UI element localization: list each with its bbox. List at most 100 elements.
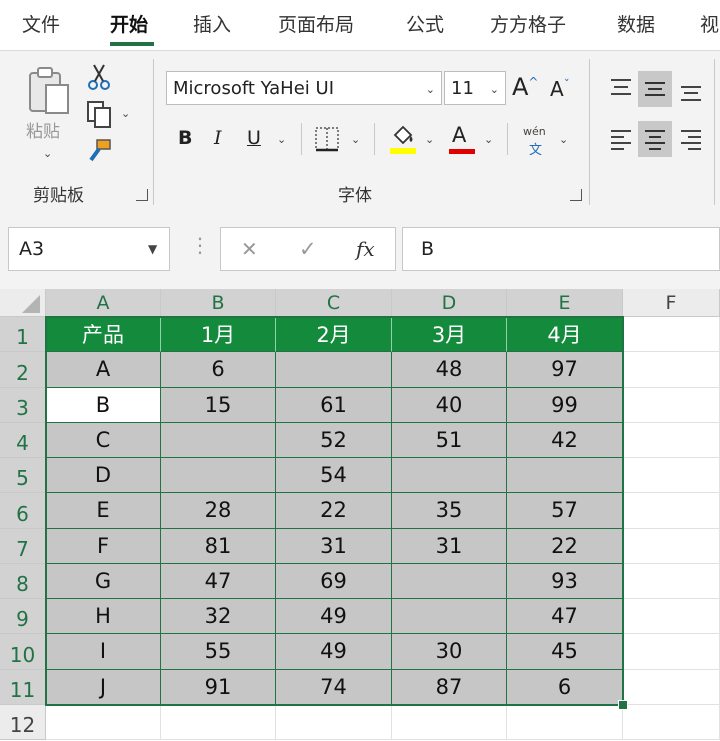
font-color-chevron-icon[interactable]: ⌄ xyxy=(484,133,493,146)
data-cell[interactable]: 32 xyxy=(161,599,276,635)
tab-formulas[interactable]: 公式 xyxy=(406,10,444,37)
column-header-b[interactable]: B xyxy=(161,289,276,317)
column-header-f[interactable]: F xyxy=(623,289,720,317)
phonetic-top-label[interactable]: wén xyxy=(523,125,546,138)
header-cell[interactable]: 产品 xyxy=(46,317,161,353)
data-cell[interactable]: 97 xyxy=(507,352,623,388)
empty-cell[interactable] xyxy=(623,387,720,423)
align-middle-icon[interactable] xyxy=(638,71,672,107)
align-top-icon[interactable] xyxy=(606,73,636,103)
underline-button[interactable]: U xyxy=(247,127,261,149)
empty-cell[interactable] xyxy=(276,704,392,740)
data-cell[interactable] xyxy=(392,458,507,494)
data-cell[interactable]: C xyxy=(46,422,161,458)
empty-cell[interactable] xyxy=(392,704,507,740)
format-painter-icon[interactable] xyxy=(84,137,114,167)
tab-file[interactable]: 文件 xyxy=(22,10,60,37)
data-cell[interactable] xyxy=(161,422,276,458)
data-cell[interactable]: 87 xyxy=(392,669,507,705)
data-cell[interactable]: 30 xyxy=(392,634,507,670)
active-cell[interactable]: B xyxy=(46,387,161,423)
row-header-8[interactable]: 8 xyxy=(0,563,46,599)
enter-icon[interactable]: ✓ xyxy=(299,237,317,261)
data-cell[interactable]: 61 xyxy=(276,387,392,423)
row-header-11[interactable]: 11 xyxy=(0,669,46,705)
data-cell[interactable] xyxy=(276,352,392,388)
font-name-combo[interactable]: Microsoft YaHei UI ⌄ xyxy=(166,71,442,105)
tab-page-layout[interactable]: 页面布局 xyxy=(278,10,354,37)
data-cell[interactable]: H xyxy=(46,599,161,635)
tab-fangfang[interactable]: 方方格子 xyxy=(490,10,566,37)
data-cell[interactable]: 49 xyxy=(276,634,392,670)
name-box[interactable]: A3 ▼ xyxy=(8,227,170,271)
empty-cell[interactable] xyxy=(161,704,276,740)
column-header-e[interactable]: E xyxy=(507,289,623,317)
data-cell[interactable]: 40 xyxy=(392,387,507,423)
paste-label[interactable]: 粘贴 xyxy=(26,117,60,142)
data-cell[interactable]: 57 xyxy=(507,493,623,529)
borders-icon[interactable] xyxy=(312,125,342,153)
borders-chevron-icon[interactable]: ⌄ xyxy=(351,133,360,146)
empty-cell[interactable] xyxy=(623,458,720,494)
italic-button[interactable]: I xyxy=(214,127,222,149)
data-cell[interactable]: A xyxy=(46,352,161,388)
font-name-chevron-icon[interactable]: ⌄ xyxy=(426,83,435,96)
formula-input[interactable]: B xyxy=(402,227,720,271)
empty-cell[interactable] xyxy=(623,528,720,564)
data-cell[interactable]: F xyxy=(46,528,161,564)
cancel-icon[interactable]: ✕ xyxy=(241,237,258,261)
align-bottom-icon[interactable] xyxy=(676,77,706,107)
fill-color-chevron-icon[interactable]: ⌄ xyxy=(425,133,434,146)
data-cell[interactable]: I xyxy=(46,634,161,670)
data-cell[interactable]: 6 xyxy=(507,669,623,705)
empty-cell[interactable] xyxy=(623,352,720,388)
data-cell[interactable] xyxy=(161,458,276,494)
empty-cell[interactable] xyxy=(623,669,720,705)
empty-cell[interactable] xyxy=(623,493,720,529)
copy-icon[interactable] xyxy=(84,99,114,129)
phonetic-icon[interactable]: 文 xyxy=(529,139,542,158)
data-cell[interactable]: D xyxy=(46,458,161,494)
data-cell[interactable]: 69 xyxy=(276,563,392,599)
row-header-12[interactable]: 12 xyxy=(0,704,46,740)
shrink-font-button[interactable]: Aˇ xyxy=(550,77,570,101)
header-cell[interactable]: 3月 xyxy=(392,317,507,353)
data-cell[interactable]: 22 xyxy=(507,528,623,564)
empty-cell[interactable] xyxy=(623,704,720,740)
data-cell[interactable]: 28 xyxy=(161,493,276,529)
font-size-chevron-icon[interactable]: ⌄ xyxy=(490,83,499,96)
empty-cell[interactable] xyxy=(623,599,720,635)
data-cell[interactable]: 55 xyxy=(161,634,276,670)
row-header-1[interactable]: 1 xyxy=(0,317,46,353)
data-cell[interactable] xyxy=(507,458,623,494)
empty-cell[interactable] xyxy=(623,422,720,458)
data-cell[interactable]: 51 xyxy=(392,422,507,458)
data-cell[interactable]: 31 xyxy=(392,528,507,564)
row-header-6[interactable]: 6 xyxy=(0,493,46,529)
empty-cell[interactable] xyxy=(507,704,623,740)
tab-home[interactable]: 开始 xyxy=(110,10,148,37)
row-header-9[interactable]: 9 xyxy=(0,599,46,635)
phonetic-chevron-icon[interactable]: ⌄ xyxy=(559,133,568,146)
data-cell[interactable]: 47 xyxy=(507,599,623,635)
fill-color-icon[interactable] xyxy=(388,123,418,155)
align-center-icon[interactable] xyxy=(638,121,672,157)
data-cell[interactable]: 54 xyxy=(276,458,392,494)
row-header-2[interactable]: 2 xyxy=(0,352,46,388)
data-cell[interactable]: 31 xyxy=(276,528,392,564)
data-cell[interactable]: 6 xyxy=(161,352,276,388)
select-all-corner[interactable] xyxy=(0,289,46,317)
tab-data[interactable]: 数据 xyxy=(617,10,655,37)
tab-insert[interactable]: 插入 xyxy=(193,10,231,37)
data-cell[interactable]: J xyxy=(46,669,161,705)
row-header-7[interactable]: 7 xyxy=(0,528,46,564)
data-cell[interactable]: 48 xyxy=(392,352,507,388)
data-cell[interactable]: 42 xyxy=(507,422,623,458)
row-header-5[interactable]: 5 xyxy=(0,458,46,494)
paste-icon[interactable] xyxy=(22,63,74,119)
data-cell[interactable]: 45 xyxy=(507,634,623,670)
data-cell[interactable]: 91 xyxy=(161,669,276,705)
row-header-3[interactable]: 3 xyxy=(0,387,46,423)
column-header-d[interactable]: D xyxy=(392,289,507,317)
clipboard-launcher-icon[interactable] xyxy=(136,189,148,201)
